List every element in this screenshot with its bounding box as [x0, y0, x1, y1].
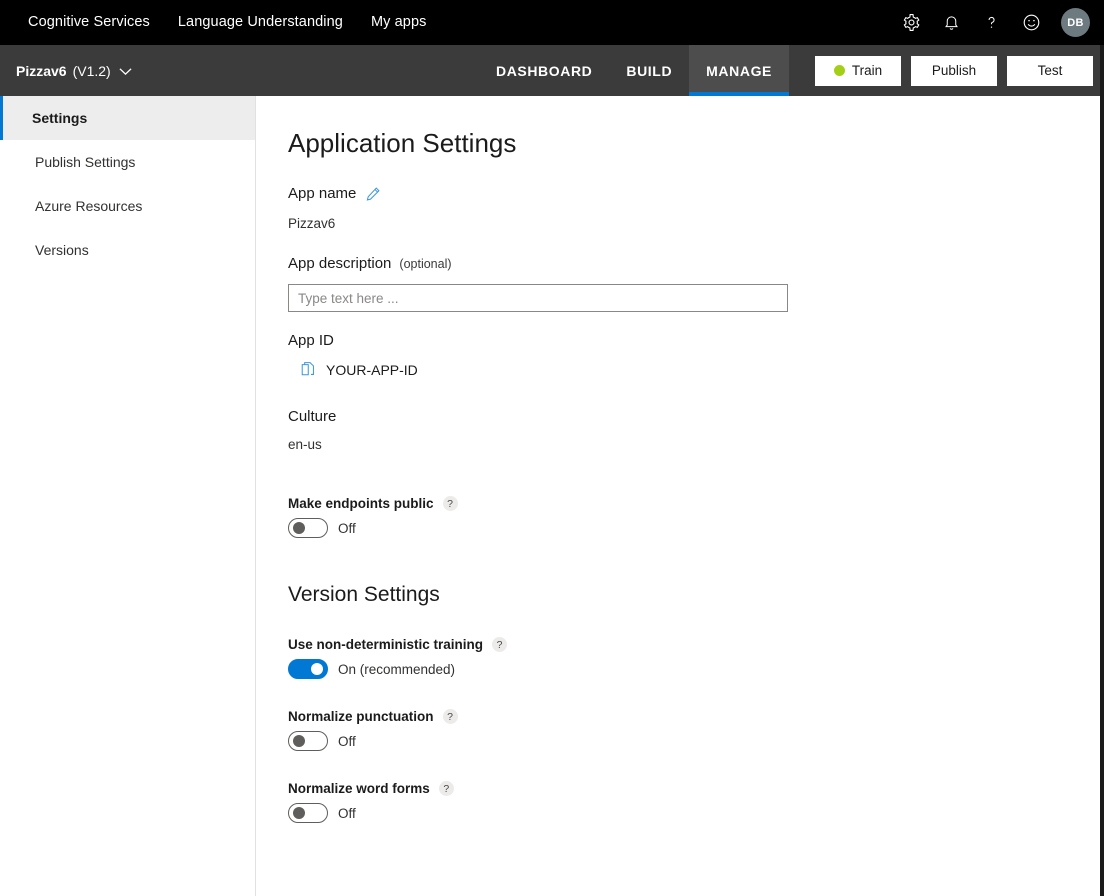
- toggle-knob: [311, 663, 323, 675]
- toggle-knob: [293, 807, 305, 819]
- app-version-selector[interactable]: Pizzav6 (V1.2): [0, 45, 132, 96]
- non-deterministic-training-toggle[interactable]: [288, 659, 328, 679]
- app-header: Pizzav6 (V1.2) DASHBOARD BUILD MANAGE Tr…: [0, 45, 1104, 96]
- app-name-value: Pizzav6: [288, 216, 1104, 231]
- help-icon[interactable]: [975, 7, 1007, 39]
- make-endpoints-public-state: Off: [338, 521, 356, 536]
- test-button[interactable]: Test: [1007, 56, 1093, 86]
- normalize-punctuation-toggle[interactable]: [288, 731, 328, 751]
- app-version-label: (V1.2): [73, 63, 111, 79]
- normalize-word-forms-state: Off: [338, 806, 356, 821]
- spacer: [288, 425, 1104, 437]
- publish-button[interactable]: Publish: [911, 56, 997, 86]
- normalize-punctuation-setting: Normalize punctuation ? Off: [288, 709, 1104, 751]
- train-button[interactable]: Train: [815, 56, 901, 86]
- normalize-punctuation-state: Off: [338, 734, 356, 749]
- non-deterministic-training-toggle-row: On (recommended): [288, 659, 1104, 679]
- app-action-buttons: Train Publish Test: [789, 45, 1104, 96]
- tab-dashboard[interactable]: DASHBOARD: [479, 45, 609, 96]
- normalize-word-forms-label-text: Normalize word forms: [288, 781, 430, 796]
- version-settings-title: Version Settings: [288, 582, 1104, 607]
- sidebar-item-azure-resources[interactable]: Azure Resources: [0, 184, 255, 228]
- normalize-word-forms-toggle[interactable]: [288, 803, 328, 823]
- sidebar-item-publish-settings[interactable]: Publish Settings: [0, 140, 255, 184]
- nav-link-language-understanding[interactable]: Language Understanding: [178, 0, 343, 45]
- train-button-label: Train: [852, 63, 882, 78]
- app-description-input[interactable]: [288, 284, 788, 312]
- app-id-field: YOUR-APP-ID: [288, 361, 1104, 378]
- feedback-smiley-icon[interactable]: [1015, 7, 1047, 39]
- help-icon[interactable]: ?: [443, 709, 458, 724]
- app-id-value: YOUR-APP-ID: [326, 362, 418, 378]
- page-scrollbar[interactable]: [1100, 45, 1104, 896]
- help-icon[interactable]: ?: [439, 781, 454, 796]
- app-id-field-label: App ID: [288, 332, 1104, 349]
- make-endpoints-public-toggle-row: Off: [288, 518, 1104, 538]
- copy-icon[interactable]: [300, 361, 316, 378]
- normalize-word-forms-label: Normalize word forms ?: [288, 781, 1104, 796]
- sidebar-item-settings[interactable]: Settings: [0, 96, 255, 140]
- non-deterministic-training-setting: Use non-deterministic training ? On (rec…: [288, 637, 1104, 679]
- culture-field-label: Culture: [288, 408, 1104, 425]
- make-endpoints-public-label-text: Make endpoints public: [288, 496, 434, 511]
- make-endpoints-public-setting: Make endpoints public ? Off: [288, 496, 1104, 538]
- app-description-label-text: App description: [288, 255, 391, 272]
- help-icon[interactable]: ?: [492, 637, 507, 652]
- normalize-word-forms-toggle-row: Off: [288, 803, 1104, 823]
- toggle-knob: [293, 735, 305, 747]
- page-title: Application Settings: [288, 128, 1104, 159]
- spacer: [288, 272, 1104, 284]
- normalize-word-forms-setting: Normalize word forms ? Off: [288, 781, 1104, 823]
- bell-icon[interactable]: [935, 7, 967, 39]
- spacer: [288, 751, 1104, 781]
- tab-build[interactable]: BUILD: [609, 45, 689, 96]
- non-deterministic-training-state: On (recommended): [338, 662, 455, 677]
- spacer: [288, 312, 1104, 332]
- nav-link-cognitive-services[interactable]: Cognitive Services: [28, 0, 150, 45]
- nav-link-my-apps[interactable]: My apps: [371, 0, 427, 45]
- train-status-dot: [834, 65, 845, 76]
- spacer: [288, 231, 1104, 255]
- culture-value: en-us: [288, 437, 1104, 452]
- app-name-field: App name: [288, 185, 1104, 202]
- tab-manage[interactable]: MANAGE: [689, 45, 789, 96]
- spacer: [288, 679, 1104, 709]
- main-content: Application Settings App name Pizzav6 Ap…: [256, 96, 1104, 896]
- app-tabs: DASHBOARD BUILD MANAGE: [479, 45, 789, 96]
- app-name-label: Pizzav6: [16, 63, 67, 79]
- non-deterministic-training-label-text: Use non-deterministic training: [288, 637, 483, 652]
- pencil-edit-icon[interactable]: [365, 186, 381, 202]
- normalize-punctuation-label: Normalize punctuation ?: [288, 709, 1104, 724]
- spacer: [288, 378, 1104, 408]
- help-icon[interactable]: ?: [443, 496, 458, 511]
- make-endpoints-public-toggle[interactable]: [288, 518, 328, 538]
- avatar[interactable]: DB: [1061, 8, 1090, 37]
- chevron-down-icon: [119, 63, 132, 79]
- gear-icon[interactable]: [895, 7, 927, 39]
- non-deterministic-training-label: Use non-deterministic training ?: [288, 637, 1104, 652]
- spacer: [288, 349, 1104, 361]
- appbar-spacer: [132, 45, 479, 96]
- global-nav-links: Cognitive Services Language Understandin…: [0, 0, 426, 45]
- spacer: [288, 452, 1104, 496]
- page-body: Settings Publish Settings Azure Resource…: [0, 96, 1104, 896]
- app-description-field-label: App description (optional): [288, 255, 1104, 272]
- application-root: Cognitive Services Language Understandin…: [0, 0, 1104, 896]
- app-name-field-label: App name: [288, 185, 356, 202]
- make-endpoints-public-label: Make endpoints public ?: [288, 496, 1104, 511]
- normalize-punctuation-label-text: Normalize punctuation: [288, 709, 434, 724]
- spacer: [288, 538, 1104, 582]
- spacer: [288, 607, 1104, 637]
- app-description-optional-text: (optional): [399, 257, 451, 271]
- global-header: Cognitive Services Language Understandin…: [0, 0, 1104, 45]
- sidebar: Settings Publish Settings Azure Resource…: [0, 96, 256, 896]
- toggle-knob: [293, 522, 305, 534]
- global-header-actions: DB: [895, 7, 1104, 39]
- normalize-punctuation-toggle-row: Off: [288, 731, 1104, 751]
- sidebar-item-versions[interactable]: Versions: [0, 228, 255, 272]
